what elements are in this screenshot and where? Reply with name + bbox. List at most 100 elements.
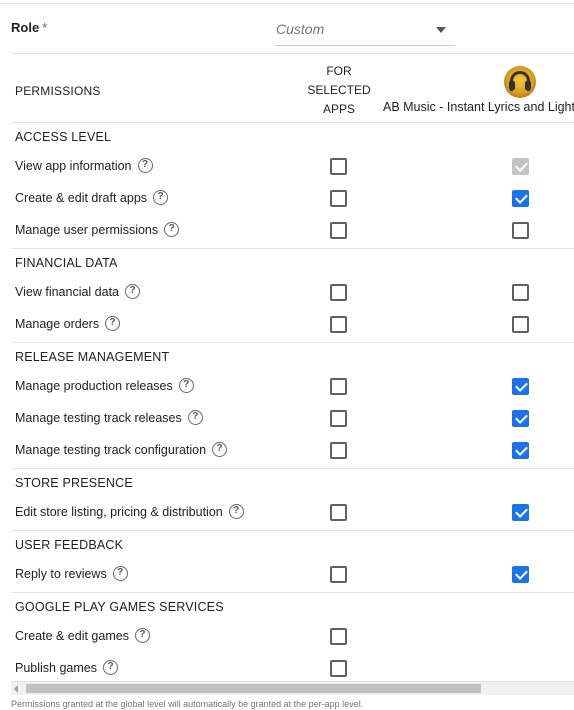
app-column-header: AB Music - Instant Lyrics and Light — [383, 66, 574, 118]
permission-label-text: Manage orders — [15, 316, 100, 331]
selected-apps-checkbox[interactable] — [330, 628, 347, 645]
permission-label-text: Reply to reviews — [15, 566, 107, 581]
permission-row: Edit store listing, pricing & distributi… — [11, 498, 574, 530]
permission-label: Reply to reviews? — [15, 566, 128, 581]
permission-section: FINANCIAL DATA View financial data? Manage… — [11, 248, 574, 342]
permission-section: ACCESS LEVEL View app information? Create … — [11, 122, 574, 248]
app-permission-checkbox[interactable] — [512, 316, 529, 333]
permission-label: View financial data? — [15, 284, 141, 299]
permission-label-text: View financial data — [15, 284, 120, 299]
permission-row: View financial data? — [11, 278, 574, 310]
permission-label-text: Manage testing track configuration — [15, 442, 207, 457]
permission-label: Manage testing track releases? — [15, 410, 203, 425]
app-permission-checkbox[interactable] — [512, 222, 529, 239]
selected-apps-checkbox[interactable] — [330, 504, 347, 521]
app-name: AB Music - Instant Lyrics and Light — [383, 100, 574, 114]
permission-section: STORE PRESENCE Edit store listing, pricin… — [11, 468, 574, 530]
permission-label-text: Create & edit draft apps — [15, 190, 148, 205]
section-title: USER FEEDBACK — [15, 538, 124, 552]
permission-row: Manage testing track configuration? — [11, 436, 574, 468]
permission-label: Create & edit draft apps? — [15, 190, 169, 205]
required-marker: * — [42, 20, 48, 35]
headphones-app-icon — [504, 66, 536, 98]
app-permission-checkbox[interactable] — [512, 284, 529, 301]
permission-label-text: Manage user permissions — [15, 222, 159, 237]
header-divider — [11, 53, 574, 54]
app-permission-checkbox[interactable] — [512, 410, 529, 427]
selected-apps-checkbox[interactable] — [330, 190, 347, 207]
role-dropdown[interactable]: Custom — [275, 13, 455, 46]
selected-apps-checkbox[interactable] — [330, 316, 347, 333]
help-circle-icon[interactable]: ? — [212, 442, 228, 457]
role-dropdown-value: Custom — [276, 21, 325, 37]
permission-label-text: Manage testing track releases — [15, 410, 182, 425]
help-circle-icon[interactable]: ? — [228, 504, 244, 519]
permission-row: Manage production releases? — [11, 372, 574, 404]
permissions-table: ACCESS LEVEL View app information? Create … — [11, 122, 574, 686]
footnote: Permissions granted at the global level … — [11, 699, 364, 709]
permission-label: Create & edit games? — [15, 628, 150, 643]
section-title: FINANCIAL DATA — [15, 256, 118, 270]
section-title: STORE PRESENCE — [15, 476, 133, 490]
permissions-column-header: PERMISSIONS — [15, 84, 101, 98]
horizontal-scrollbar[interactable] — [11, 681, 574, 695]
section-title: ACCESS LEVEL — [15, 130, 112, 144]
help-circle-icon[interactable]: ? — [112, 566, 128, 581]
permission-label: View app information? — [15, 158, 153, 173]
permission-label: Manage user permissions? — [15, 222, 180, 237]
permission-section: USER FEEDBACK Reply to reviews? — [11, 530, 574, 592]
permission-section: RELEASE MANAGEMENT Manage production rele… — [11, 342, 574, 468]
selected-apps-header-line: SELECTED — [307, 83, 371, 97]
selected-apps-checkbox[interactable] — [330, 378, 347, 395]
selected-apps-checkbox[interactable] — [330, 222, 347, 239]
permission-label-text: Edit store listing, pricing & distributi… — [15, 504, 223, 519]
app-permission-checkbox[interactable] — [512, 190, 529, 207]
role-label-text: Role — [11, 20, 40, 35]
selected-apps-checkbox[interactable] — [330, 410, 347, 427]
app-permission-checkbox[interactable] — [512, 566, 529, 583]
permission-row: Create & edit games? — [11, 622, 574, 654]
permission-label-text: View app information — [15, 158, 132, 173]
permission-row: Reply to reviews? — [11, 560, 574, 592]
app-permission-checkbox[interactable] — [512, 442, 529, 459]
permission-row: Manage user permissions? — [11, 216, 574, 248]
selected-apps-checkbox[interactable] — [330, 158, 347, 175]
permission-label: Manage orders? — [15, 316, 121, 331]
permission-row: View app information? — [11, 152, 574, 184]
selected-apps-checkbox[interactable] — [330, 660, 347, 677]
help-circle-icon[interactable]: ? — [137, 158, 153, 173]
help-circle-icon[interactable]: ? — [103, 660, 118, 675]
permission-label: Publish games? — [15, 660, 118, 675]
permission-label-text: Create & edit games — [15, 628, 129, 643]
app-permission-checkbox — [512, 158, 529, 175]
permission-row: Manage testing track releases? — [11, 404, 574, 436]
help-circle-icon[interactable]: ? — [134, 628, 150, 643]
help-circle-icon[interactable]: ? — [153, 190, 169, 205]
permission-section: GOOGLE PLAY GAMES SERVICES Create & edit … — [11, 592, 574, 686]
app-permission-checkbox[interactable] — [512, 504, 529, 521]
top-divider — [0, 0, 574, 4]
permission-label: Manage production releases? — [15, 378, 194, 393]
selected-apps-checkbox[interactable] — [330, 442, 347, 459]
help-circle-icon[interactable]: ? — [125, 284, 141, 299]
section-title: GOOGLE PLAY GAMES SERVICES — [15, 600, 224, 614]
section-title: RELEASE MANAGEMENT — [15, 350, 170, 364]
help-circle-icon[interactable]: ? — [178, 378, 194, 393]
permission-label-text: Manage production releases — [15, 378, 173, 393]
selected-apps-column-header: FOR SELECTED APPS — [299, 62, 379, 119]
permission-label: Manage testing track configuration? — [15, 442, 228, 457]
permission-row: Manage orders? — [11, 310, 574, 342]
help-circle-icon[interactable]: ? — [187, 410, 203, 425]
scrollbar-thumb[interactable] — [26, 684, 481, 693]
scroll-left-arrow-icon[interactable] — [14, 685, 18, 693]
help-circle-icon[interactable]: ? — [105, 316, 121, 331]
permission-row: Create & edit draft apps? — [11, 184, 574, 216]
selected-apps-header-line: APPS — [322, 102, 355, 116]
permission-label-text: Publish games — [15, 660, 97, 675]
permission-label: Edit store listing, pricing & distributi… — [15, 504, 244, 519]
selected-apps-checkbox[interactable] — [330, 566, 347, 583]
app-permission-checkbox[interactable] — [512, 378, 529, 395]
selected-apps-checkbox[interactable] — [330, 284, 347, 301]
selected-apps-header-line: FOR — [326, 64, 352, 78]
help-circle-icon[interactable]: ? — [164, 222, 180, 237]
